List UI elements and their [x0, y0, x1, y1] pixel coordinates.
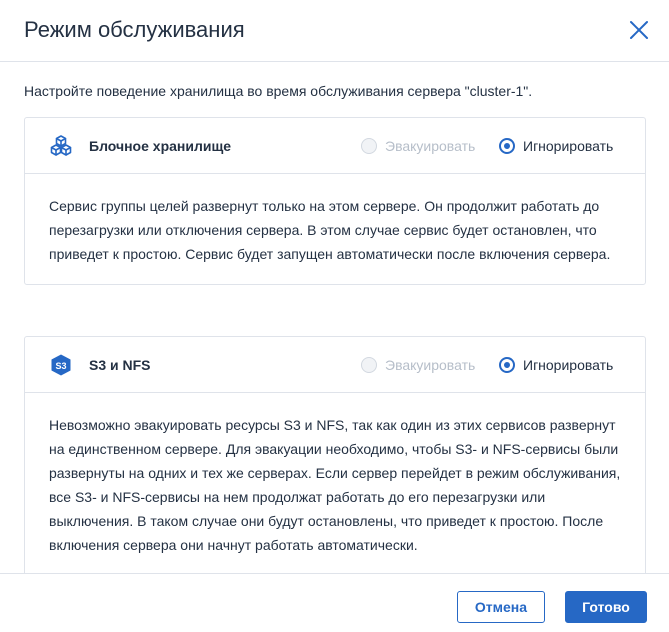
s3-nfs-evacuate-radio[interactable]: Эвакуировать [361, 354, 475, 376]
dialog-title: Режим обслуживания [24, 17, 245, 42]
s3-icon: S3 [51, 354, 71, 376]
done-button[interactable]: Готово [565, 591, 647, 623]
maintenance-dialog: Режим обслуживания Настройте поведение х… [0, 0, 669, 632]
close-icon [630, 21, 648, 39]
evacuate-label: Эвакуировать [385, 138, 476, 154]
intro-text: Настройте поведение хранилища во время о… [24, 83, 533, 99]
s3-nfs-description: Невозможно эвакуировать ресурсы S3 и NFS… [49, 417, 621, 553]
s3-nfs-title: S3 и NFS [89, 357, 151, 373]
s3-nfs-header: S3 S3 и NFS Эвакуировать Игнорировать [25, 337, 645, 393]
ignore-label: Игнорировать [523, 138, 614, 154]
cubes-icon [50, 135, 72, 156]
dialog-header: Режим обслуживания [0, 0, 669, 62]
dialog-footer: Отмена Готово [0, 573, 669, 632]
s3-nfs-ignore-radio[interactable]: Игнорировать [499, 354, 613, 376]
radio-indicator [361, 357, 377, 373]
s3-icon-text: S3 [55, 361, 66, 371]
s3-nfs-card: S3 S3 и NFS Эвакуировать Игнорировать Не… [24, 336, 646, 573]
evacuate-label: Эвакуировать [385, 357, 476, 373]
dialog-body[interactable]: Настройте поведение хранилища во время о… [0, 63, 669, 573]
block-storage-ignore-radio[interactable]: Игнорировать [499, 135, 613, 157]
block-storage-header: Блочное хранилище Эвакуировать Игнориров… [25, 118, 645, 174]
radio-indicator [499, 138, 515, 154]
radio-indicator [361, 138, 377, 154]
radio-indicator [499, 357, 515, 373]
cancel-button[interactable]: Отмена [457, 591, 545, 623]
block-storage-title: Блочное хранилище [89, 138, 232, 154]
ignore-label: Игнорировать [523, 357, 614, 373]
block-storage-evacuate-radio[interactable]: Эвакуировать [361, 135, 475, 157]
block-storage-description: Сервис группы целей развернут только на … [49, 198, 611, 262]
close-button[interactable] [624, 15, 654, 45]
block-storage-card: Блочное хранилище Эвакуировать Игнориров… [24, 117, 646, 285]
